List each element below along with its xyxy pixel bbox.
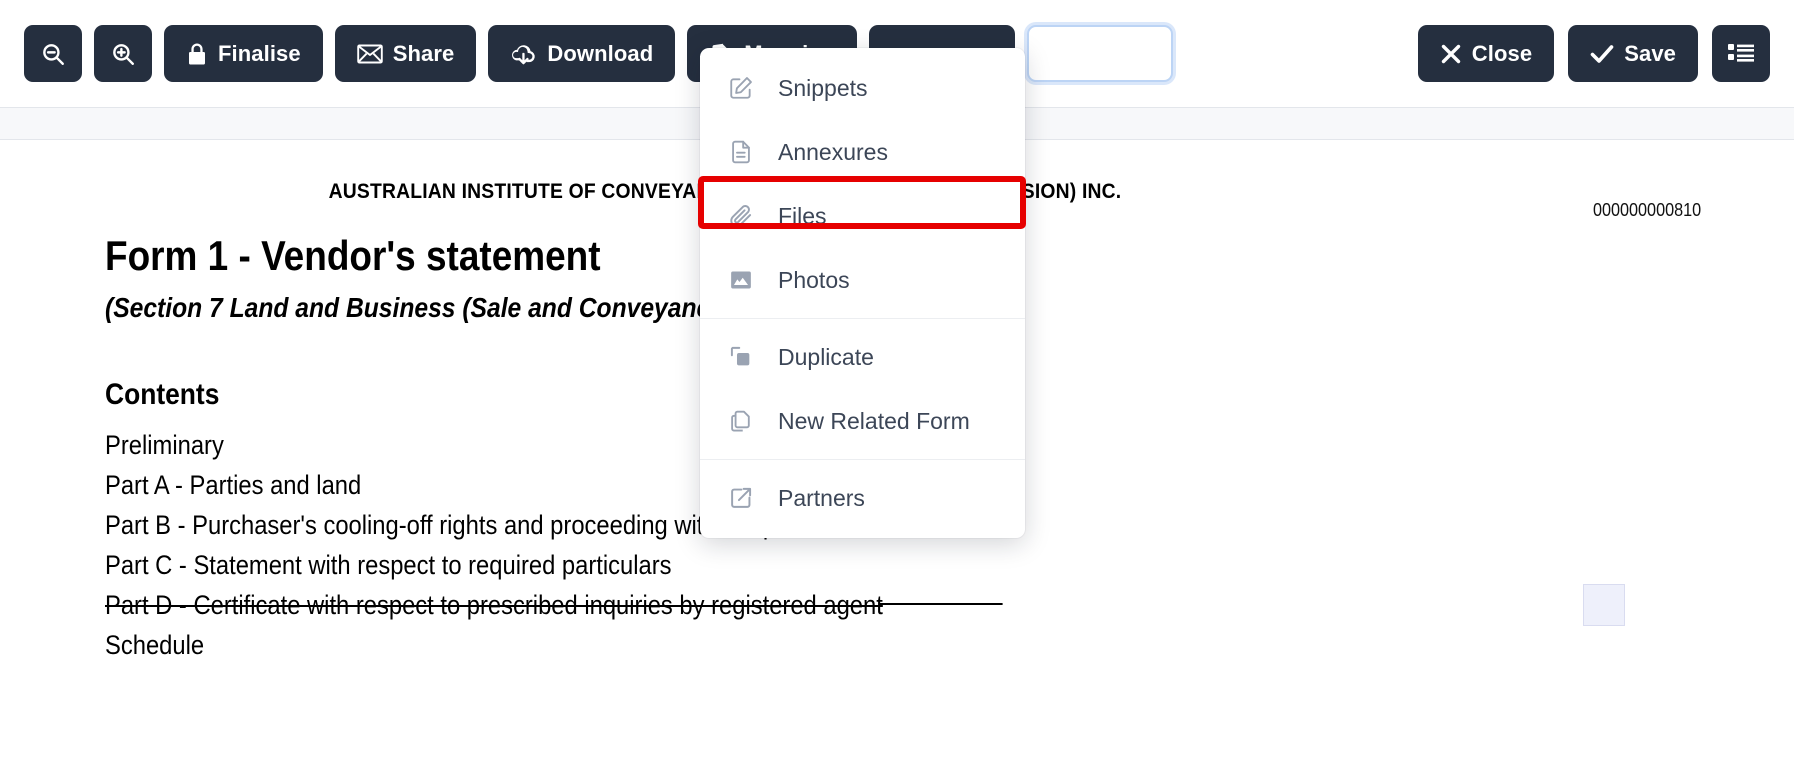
menu-item-annexures[interactable]: Annexures <box>700 120 1025 184</box>
close-label: Close <box>1471 40 1533 66</box>
image-icon <box>726 265 756 295</box>
menu-item-label: Annexures <box>778 138 888 165</box>
external-link-icon <box>726 483 756 513</box>
menu-divider <box>700 318 1025 319</box>
download-label: Download <box>547 40 654 66</box>
finalise-button[interactable]: Finalise <box>164 25 323 82</box>
menu-item-label: Photos <box>778 266 850 293</box>
menu-item-label: New Related Form <box>778 407 970 434</box>
document-reference-number: 000000000810 <box>1593 200 1702 220</box>
menu-divider <box>700 459 1025 460</box>
menu-item-label: Snippets <box>778 74 868 101</box>
close-button[interactable]: Close <box>1417 25 1555 82</box>
menu-item-duplicate[interactable]: Duplicate <box>700 325 1025 389</box>
contents-list: Preliminary Part A - Parties and land Pa… <box>105 425 1205 665</box>
copy-outline-icon <box>726 406 756 436</box>
active-toolbar-button[interactable] <box>1027 25 1174 82</box>
list-menu-icon <box>1728 43 1754 65</box>
menu-item-files[interactable]: Files <box>700 184 1025 248</box>
save-label: Save <box>1624 40 1676 66</box>
share-button[interactable]: Share <box>334 25 477 82</box>
menu-item-label: Partners <box>778 484 865 511</box>
save-button[interactable]: Save <box>1568 25 1698 82</box>
zoom-out-icon <box>40 41 66 67</box>
envelope-icon <box>356 43 383 65</box>
check-icon <box>1590 43 1614 65</box>
zoom-in-icon <box>110 41 136 67</box>
zoom-in-button[interactable] <box>94 25 152 82</box>
menu-item-partners[interactable]: Partners <box>700 466 1025 530</box>
lock-icon <box>186 42 208 66</box>
menu-item-label: Files <box>778 202 827 229</box>
list-item: Part C - Statement with respect to requi… <box>105 550 672 580</box>
menu-item-label: Duplicate <box>778 343 874 370</box>
page-title: Form 1 - Vendor's statement <box>105 232 601 279</box>
menu-item-photos[interactable]: Photos <box>700 248 1025 312</box>
form-field-placeholder[interactable] <box>1583 584 1625 626</box>
list-item: Schedule <box>105 630 205 660</box>
menu-button[interactable] <box>1712 25 1770 82</box>
document-lines-icon <box>726 137 756 167</box>
finalise-label: Finalise <box>218 40 301 66</box>
menu-item-new-related-form[interactable]: New Related Form <box>700 389 1025 453</box>
contents-heading: Contents <box>105 378 220 411</box>
cloud-download-icon <box>510 42 537 66</box>
context-dropdown-menu: Snippets Annexures Files Photos Duplicat… <box>700 48 1025 538</box>
zoom-out-button[interactable] <box>24 25 82 82</box>
share-label: Share <box>392 40 455 66</box>
strikethrough-tail <box>879 602 1003 605</box>
toolbar-right-group: Close Save <box>1417 25 1770 82</box>
menu-item-snippets[interactable]: Snippets <box>700 56 1025 120</box>
copy-filled-icon <box>726 342 756 372</box>
paperclip-icon <box>726 201 756 231</box>
pencil-square-icon <box>726 73 756 103</box>
download-button[interactable]: Download <box>488 25 676 82</box>
close-x-icon <box>1440 43 1462 65</box>
list-item-struck: Part D - Certificate with respect to pre… <box>105 585 1073 625</box>
